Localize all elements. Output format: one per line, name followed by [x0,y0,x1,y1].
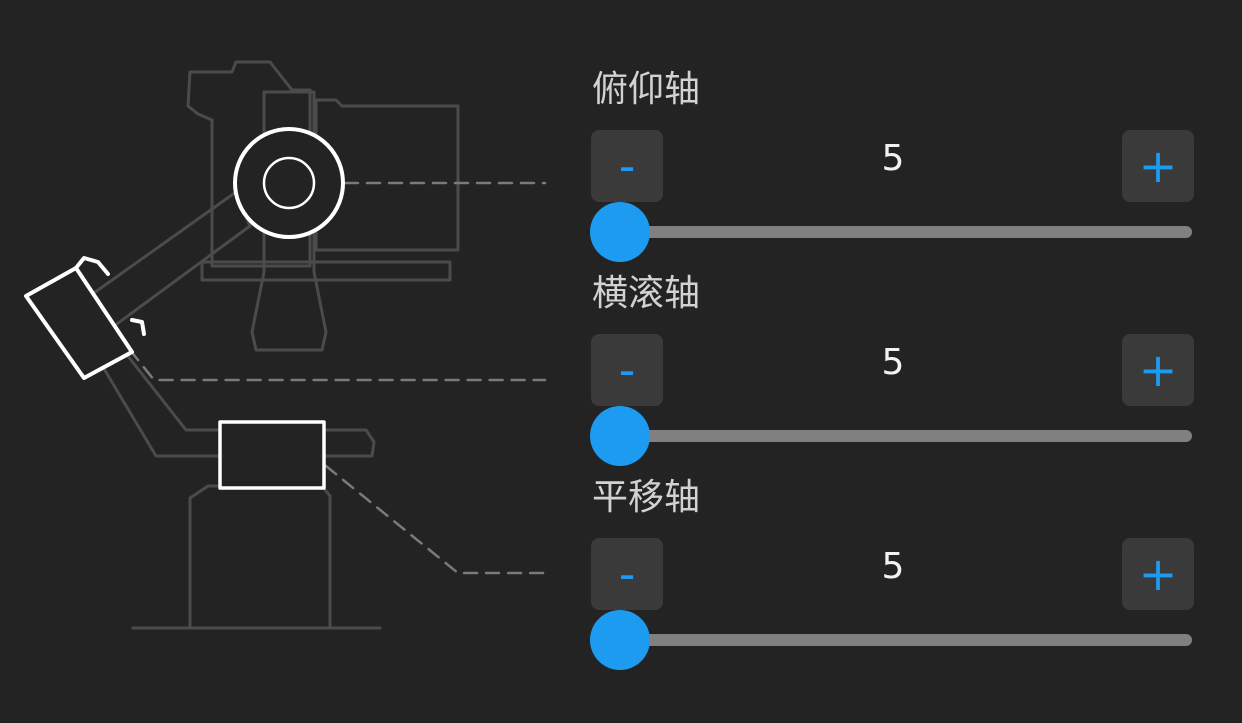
pan-axis-panel: 平移轴 - 5 + [590,477,1200,670]
tilt-axis-slider[interactable] [590,202,1192,262]
roll-decrease-button[interactable]: - [591,334,663,406]
pan-decrease-button[interactable]: - [591,538,663,610]
roll-axis-title: 横滚轴 [592,273,701,314]
slider-thumb[interactable] [590,202,650,262]
roll-increase-button[interactable]: + [1122,334,1194,406]
slider-thumb[interactable] [590,610,650,670]
tilt-axis-title: 俯仰轴 [592,69,701,110]
pan-axis-slider[interactable] [590,610,1192,670]
tilt-increase-button[interactable]: + [1122,130,1194,202]
slider-track [614,226,1192,238]
roll-axis-value: 5 [881,342,905,383]
slider-track [614,634,1192,646]
roll-axis-slider[interactable] [590,406,1192,466]
pan-axis-value: 5 [881,546,905,587]
pan-axis-title: 平移轴 [592,477,701,518]
slider-track [614,430,1192,442]
gimbal-illustration [24,60,547,630]
tilt-axis-panel: 俯仰轴 - 5 + [590,69,1200,262]
tilt-motor-circle [233,127,345,239]
tilt-decrease-button[interactable]: - [591,130,663,202]
pointer-lines [128,181,547,575]
pan-motor-highlight [218,420,326,490]
tilt-axis-value: 5 [881,138,905,179]
pan-increase-button[interactable]: + [1122,538,1194,610]
roll-axis-panel: 横滚轴 - 5 + [590,273,1200,466]
slider-thumb[interactable] [590,406,650,466]
